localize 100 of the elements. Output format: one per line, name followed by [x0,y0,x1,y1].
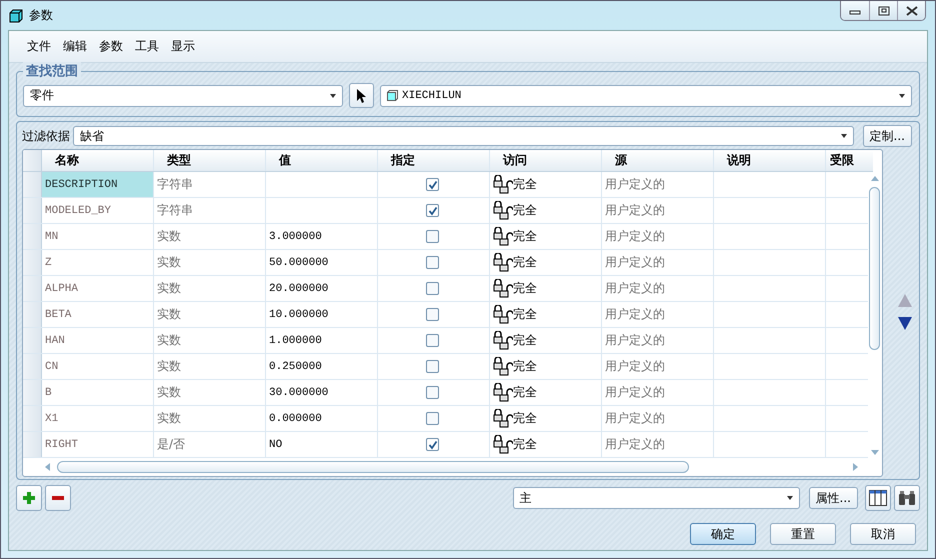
filter-dropdown[interactable]: 缺省 [73,126,854,146]
close-icon [906,6,918,16]
table-cell: 用户定义的 [602,198,714,223]
checkbox[interactable] [426,230,439,243]
table-cell: 实数 [154,276,266,301]
checkbox[interactable] [426,360,439,373]
column-header[interactable]: 受限 [826,150,870,171]
find-button[interactable] [894,485,920,511]
customize-button[interactable]: 定制... [862,125,912,147]
table-cell: 用户定义的 [602,172,714,197]
table-cell: 实数 [154,328,266,353]
table-cell: 用户定义的 [602,276,714,301]
checkbox[interactable] [426,204,439,217]
table-cell: HAN [42,328,154,353]
menu-item[interactable]: 工具 [135,38,159,55]
table-cell: 字符串 [154,198,266,223]
filter-label: 过滤依据 [22,128,70,144]
minimize-button[interactable] [841,1,869,20]
table-view-button[interactable] [865,485,891,511]
table-cell: 30.000000 [266,380,378,405]
remove-button[interactable] [45,485,71,511]
table-icon [869,490,887,506]
access-text: 完全 [513,228,537,245]
column-header[interactable]: 源 [602,150,714,171]
table-cell: 用户定义的 [602,406,714,431]
access-text: 完全 [513,436,537,453]
table-cell: 用户定义的 [602,354,714,379]
table-cell: 用户定义的 [602,250,714,275]
set-dropdown[interactable]: 主 [512,487,800,509]
maximize-button[interactable] [869,1,897,20]
table-cell: 实数 [154,250,266,275]
access-text: 完全 [513,332,537,349]
model-dropdown[interactable]: XIECHILUN [380,84,912,106]
dialog-button[interactable]: 确定 [690,523,756,545]
table-cell: MODELED_BY [42,198,154,223]
table-cell: 实数 [154,406,266,431]
table-cell: 用户定义的 [602,328,714,353]
table-cell: MN [42,224,154,249]
access-text: 完全 [513,280,537,297]
access-text: 完全 [513,410,537,427]
column-header[interactable]: 访问 [490,150,602,171]
window-title: 参数 [29,7,53,24]
table-cell: 0.000000 [266,406,378,431]
padlock-icon [493,305,513,324]
move-up-icon[interactable] [898,294,912,307]
table-cell: 用户定义的 [602,224,714,249]
table-cell: 实数 [154,380,266,405]
padlock-icon [493,227,513,246]
padlock-icon [493,331,513,350]
menu-item[interactable]: 显示 [171,38,195,55]
menu-item[interactable]: 文件 [27,38,51,55]
table-cell: BETA [42,302,154,327]
checkbox[interactable] [426,256,439,269]
move-down-icon[interactable] [898,317,912,330]
padlock-icon [493,435,513,454]
checkbox[interactable] [426,438,439,451]
column-header[interactable]: 说明 [714,150,826,171]
padlock-icon [493,201,513,220]
dialog-button[interactable]: 取消 [850,523,916,545]
checkbox[interactable] [426,178,439,191]
access-text: 完全 [513,202,537,219]
maximize-icon [878,6,890,16]
padlock-icon [493,409,513,428]
access-text: 完全 [513,358,537,375]
dialog-button[interactable]: 重置 [770,523,836,545]
add-button[interactable] [16,485,42,511]
table-cell: Z [42,250,154,275]
table-cell: 字符串 [154,172,266,197]
access-text: 完全 [513,176,537,193]
table-cell: 实数 [154,354,266,379]
table-cell: 1.000000 [266,328,378,353]
menu-item[interactable]: 参数 [99,38,123,55]
properties-button[interactable]: 属性... [808,487,858,509]
select-button[interactable] [349,83,374,108]
padlock-icon [493,357,513,376]
table-cell: 实数 [154,302,266,327]
padlock-icon [493,383,513,402]
table-cell: 用户定义的 [602,302,714,327]
checkbox[interactable] [426,386,439,399]
table-cell: CN [42,354,154,379]
checkbox[interactable] [426,412,439,425]
access-text: 完全 [513,384,537,401]
column-header[interactable]: 名称 [42,150,154,171]
binoculars-icon [898,490,916,506]
menu-item[interactable]: 编辑 [63,38,87,55]
cube-icon [387,90,398,101]
access-text: 完全 [513,306,537,323]
checkbox[interactable] [426,308,439,321]
close-button[interactable] [897,1,925,20]
column-header[interactable]: 类型 [154,150,266,171]
table-cell: 10.000000 [266,302,378,327]
padlock-icon [493,175,513,194]
scope-dropdown[interactable]: 零件 [23,84,343,106]
table-cell: DESCRIPTION [42,172,154,197]
column-header[interactable]: 指定 [378,150,490,171]
checkbox[interactable] [426,282,439,295]
column-header[interactable]: 值 [266,150,378,171]
table-cell: 20.000000 [266,276,378,301]
table-cell: 实数 [154,224,266,249]
checkbox[interactable] [426,334,439,347]
